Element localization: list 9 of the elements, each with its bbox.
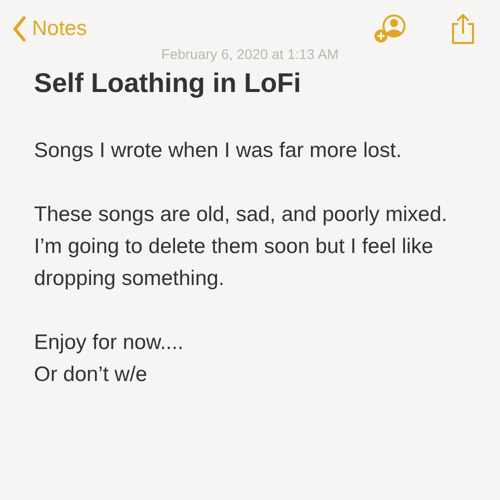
note-title: Self Loathing in LoFi <box>34 68 302 99</box>
share-icon[interactable] <box>450 13 476 45</box>
chevron-left-icon <box>12 16 26 42</box>
add-person-icon[interactable] <box>374 14 406 44</box>
back-button[interactable]: Notes <box>12 16 87 42</box>
note-date: February 6, 2020 at 1:13 AM <box>160 46 340 62</box>
note-paragraph: Songs I wrote when I was far more lost. <box>34 138 403 164</box>
note-paragraph: These songs are old, sad, and poorly mixed. I’m going to delete them soon but I feel like dropping something. <box>34 202 448 292</box>
note-paragraph: Enjoy for now.... Or don’t w/e <box>34 330 184 388</box>
